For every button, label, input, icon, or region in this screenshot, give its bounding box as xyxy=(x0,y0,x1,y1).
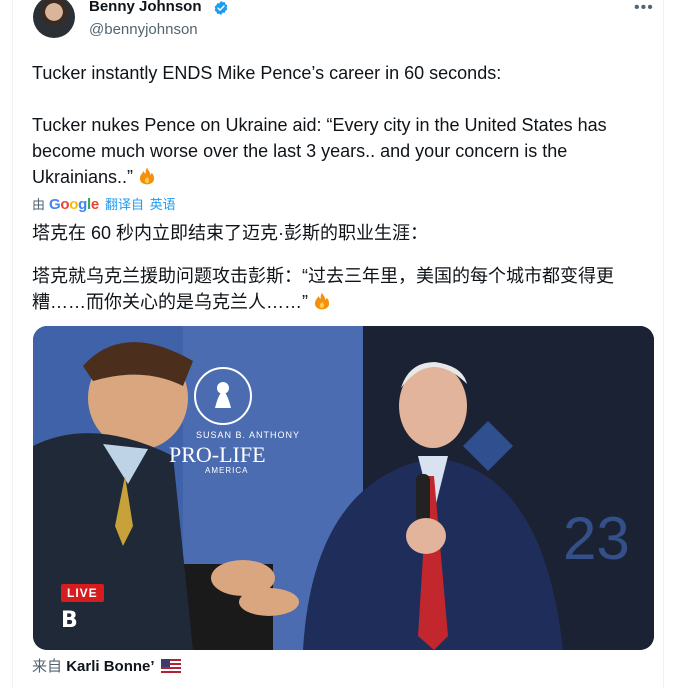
source-link[interactable]: Karli Bonne’ xyxy=(66,658,154,675)
video-frame xyxy=(33,326,654,650)
banner-subtitle: AMERICA xyxy=(205,466,249,475)
video-player[interactable]: SUSAN B. ANTHONY PRO-LIFE AMERICA 23 LIV… xyxy=(33,326,654,650)
translation-prefix: 由 xyxy=(32,197,46,212)
tweet-text-line-last: Ukrainians..” xyxy=(32,164,157,190)
fire-emoji-icon xyxy=(139,167,155,185)
banner-title: PRO-LIFE xyxy=(169,442,266,467)
translated-text: 糟……而你关心的是乌克兰人……” xyxy=(32,292,308,312)
tweet-text-line: Tucker instantly ENDS Mike Pence’s caree… xyxy=(32,63,502,83)
live-badge: LIVE xyxy=(61,584,104,602)
author-handle[interactable]: @bennyjohnson xyxy=(89,20,198,40)
verified-badge-icon xyxy=(214,1,228,15)
translation-language[interactable]: 英语 xyxy=(150,197,176,212)
backdrop-number: 23 xyxy=(563,505,630,572)
author-name[interactable]: Benny Johnson xyxy=(89,0,202,17)
banner-small-text: SUSAN B. ANTHONY xyxy=(196,430,301,440)
translated-text-line: 塔克就乌克兰援助问题攻击彭斯：“过去三年里，美国的每个城市都变得更 xyxy=(32,266,614,286)
channel-logo: B xyxy=(61,608,78,633)
us-flag-icon xyxy=(160,659,181,673)
tweet-text: Ukrainians..” xyxy=(32,167,134,187)
tweet-text-line: Tucker nukes Pence on Ukraine aid: “Ever… xyxy=(32,115,607,135)
translated-text-line-last: 糟……而你关心的是乌克兰人……” xyxy=(32,289,332,315)
fire-emoji-icon xyxy=(314,292,330,310)
source-prefix: 来自 xyxy=(32,658,63,675)
translation-attribution: 由 Google 翻译自 英语 xyxy=(32,196,176,214)
tweet-text-line: become much worse over the last 3 years.… xyxy=(32,141,568,161)
google-logo: Google xyxy=(49,196,99,213)
source-attribution: 来自 Karli Bonne’ xyxy=(32,657,181,677)
translation-action[interactable]: 翻译自 xyxy=(105,197,144,212)
more-horizontal-icon[interactable]: ••• xyxy=(634,0,654,17)
translated-text-line: 塔克在 60 秒内立即结束了迈克·彭斯的职业生涯： xyxy=(32,223,429,243)
